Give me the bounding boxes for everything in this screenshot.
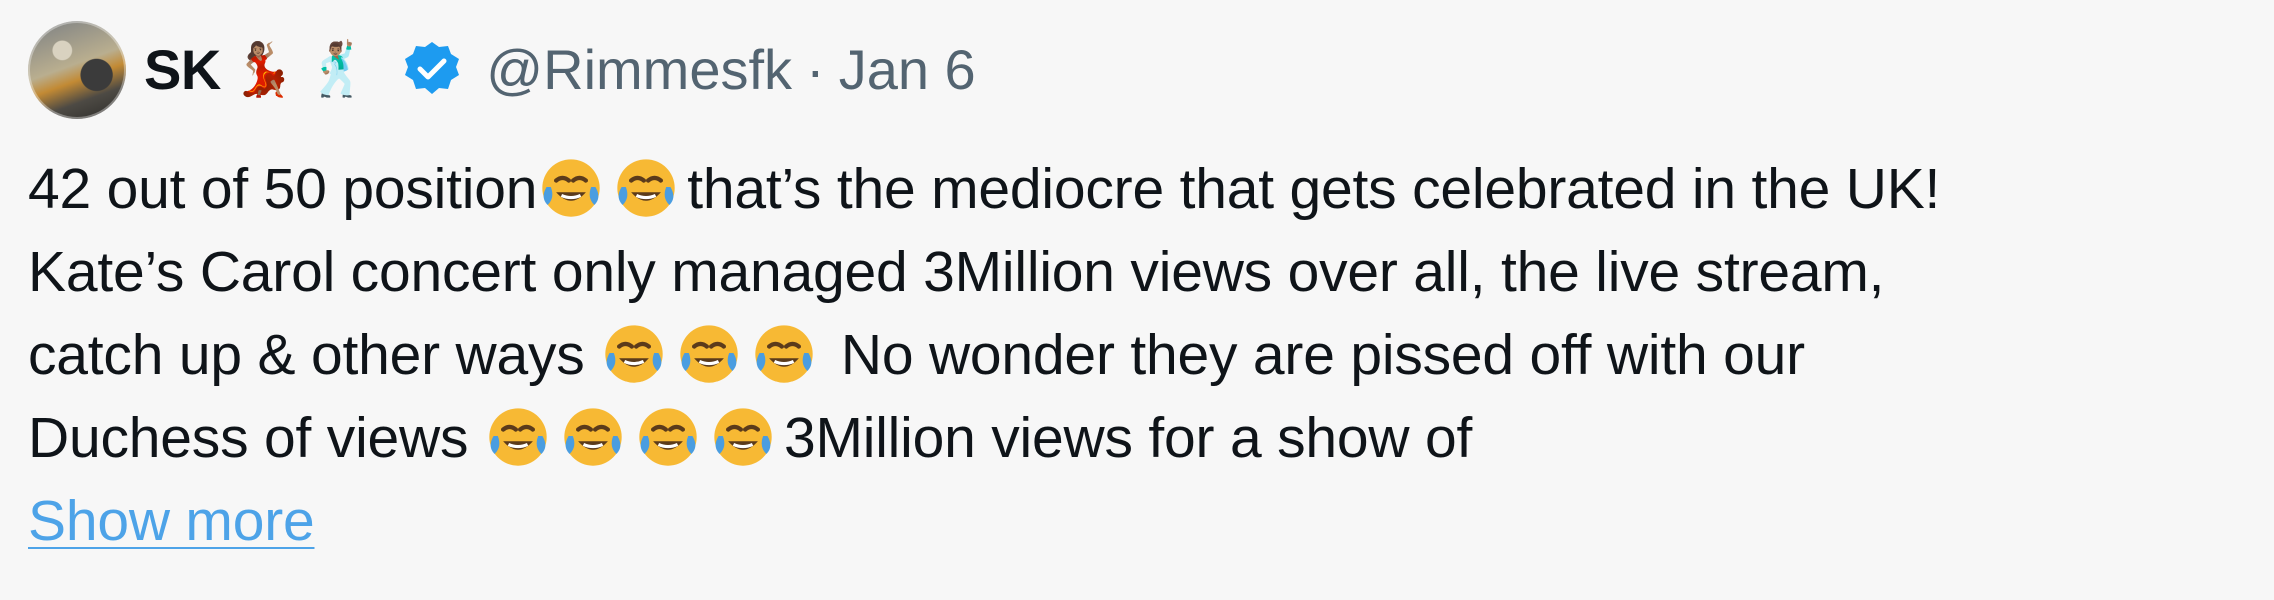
author-handle[interactable]: @Rimmesfk: [486, 42, 792, 98]
face-with-tears-of-joy-icon: [755, 325, 813, 383]
verified-badge-icon: [405, 42, 460, 94]
dancer-woman-icon: 💃🏽: [230, 41, 296, 99]
tweet-text-segment: No wonder they are pissed off with our: [825, 323, 1805, 387]
dancer-man-icon: 🕺🏽: [305, 41, 371, 99]
tweet-card[interactable]: SK 💃🏽 🕺🏽 @Rimmesfk · Jan 6 42 out of 50 …: [0, 0, 2274, 600]
face-with-tears-of-joy-icon: [489, 408, 547, 466]
tweet-text-segment: Kate’s Carol concert only managed 3Milli…: [28, 240, 1885, 304]
tweet-header: SK 💃🏽 🕺🏽 @Rimmesfk · Jan 6: [28, 20, 2246, 120]
face-with-tears-of-joy-icon: [542, 159, 600, 217]
face-with-tears-of-joy-icon: [639, 408, 697, 466]
author-name[interactable]: SK: [144, 42, 221, 98]
tweet-line-3: catch up & other ways No wonder they are…: [28, 314, 2248, 397]
face-with-tears-of-joy-icon: [617, 159, 675, 217]
header-separator: ·: [806, 38, 825, 101]
tweet-line-4: Duchess of views 3Million views for a sh…: [28, 397, 2248, 480]
tweet-text-segment: 3Million views for a show of: [783, 406, 1473, 470]
face-with-tears-of-joy-icon: [680, 325, 738, 383]
face-with-tears-of-joy-icon: [605, 325, 663, 383]
show-more-link[interactable]: Show more: [28, 493, 315, 550]
tweet-text: 42 out of 50 position that’s the mediocre…: [28, 148, 2248, 563]
tweet-date[interactable]: Jan 6: [839, 42, 976, 98]
tweet-line-1: 42 out of 50 position that’s the mediocre…: [28, 148, 2248, 231]
tweet-text-segment: catch up & other ways: [28, 323, 601, 387]
tweet-text-segment: 42 out of 50 position: [28, 157, 538, 221]
tweet-line-2: Kate’s Carol concert only managed 3Milli…: [28, 231, 2248, 314]
face-with-tears-of-joy-icon: [564, 408, 622, 466]
tweet-text-segment: Duchess of views: [28, 406, 484, 470]
face-with-tears-of-joy-icon: [714, 408, 772, 466]
tweet-text-segment: that’s the mediocre that gets celebrated…: [687, 157, 1941, 221]
avatar[interactable]: [28, 21, 126, 119]
